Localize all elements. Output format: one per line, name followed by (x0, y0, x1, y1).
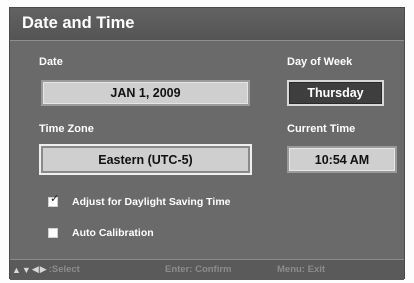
current-time-field[interactable]: 10:54 AM (287, 146, 397, 173)
auto-calibration-label: Auto Calibration (72, 227, 154, 239)
checkmark-icon: ✓ (50, 193, 60, 205)
menu-hint: Menu: Exit (277, 264, 326, 275)
time-zone-value: Eastern (UTC-5) (98, 152, 193, 167)
title-bar: Date and Time (10, 8, 404, 41)
enter-hint: Enter: Confirm (165, 264, 232, 275)
footer-hint-bar: ▲ ▼ ◀ ▶ :Select Enter: Confirm Menu: Exi… (10, 260, 404, 280)
time-zone-field[interactable]: Eastern (UTC-5) (39, 144, 252, 175)
right-arrow-icon: ▶ (39, 264, 47, 274)
nav-arrows: ▲ ▼ ◀ ▶ :Select (12, 264, 80, 275)
current-time-label: Current Time (287, 123, 356, 135)
current-time-value: 10:54 AM (314, 152, 370, 167)
dst-option[interactable]: ✓ Adjust for Daylight Saving Time (48, 193, 231, 208)
left-arrow-icon: ◀ (31, 264, 39, 274)
day-of-week-field: Thursday (287, 80, 384, 106)
date-value: JAN 1, 2009 (110, 86, 181, 100)
dialog-title: Date and Time (22, 14, 135, 32)
date-label: Date (39, 56, 63, 68)
day-of-week-value: Thursday (307, 86, 364, 100)
select-hint: :Select (48, 264, 80, 275)
day-of-week-label: Day of Week (287, 56, 353, 68)
dst-checkbox[interactable]: ✓ (48, 193, 60, 207)
auto-calibration-checkbox[interactable] (48, 228, 58, 238)
date-time-dialog: Date and Time Date JAN 1, 2009 Day of We… (9, 7, 405, 280)
time-zone-label: Time Zone (39, 123, 94, 135)
up-arrow-icon: ▲ (12, 264, 21, 275)
down-arrow-icon: ▼ (21, 264, 31, 275)
auto-calibration-option[interactable]: Auto Calibration (48, 227, 154, 239)
dst-label: Adjust for Daylight Saving Time (72, 196, 231, 208)
date-field[interactable]: JAN 1, 2009 (41, 80, 250, 106)
